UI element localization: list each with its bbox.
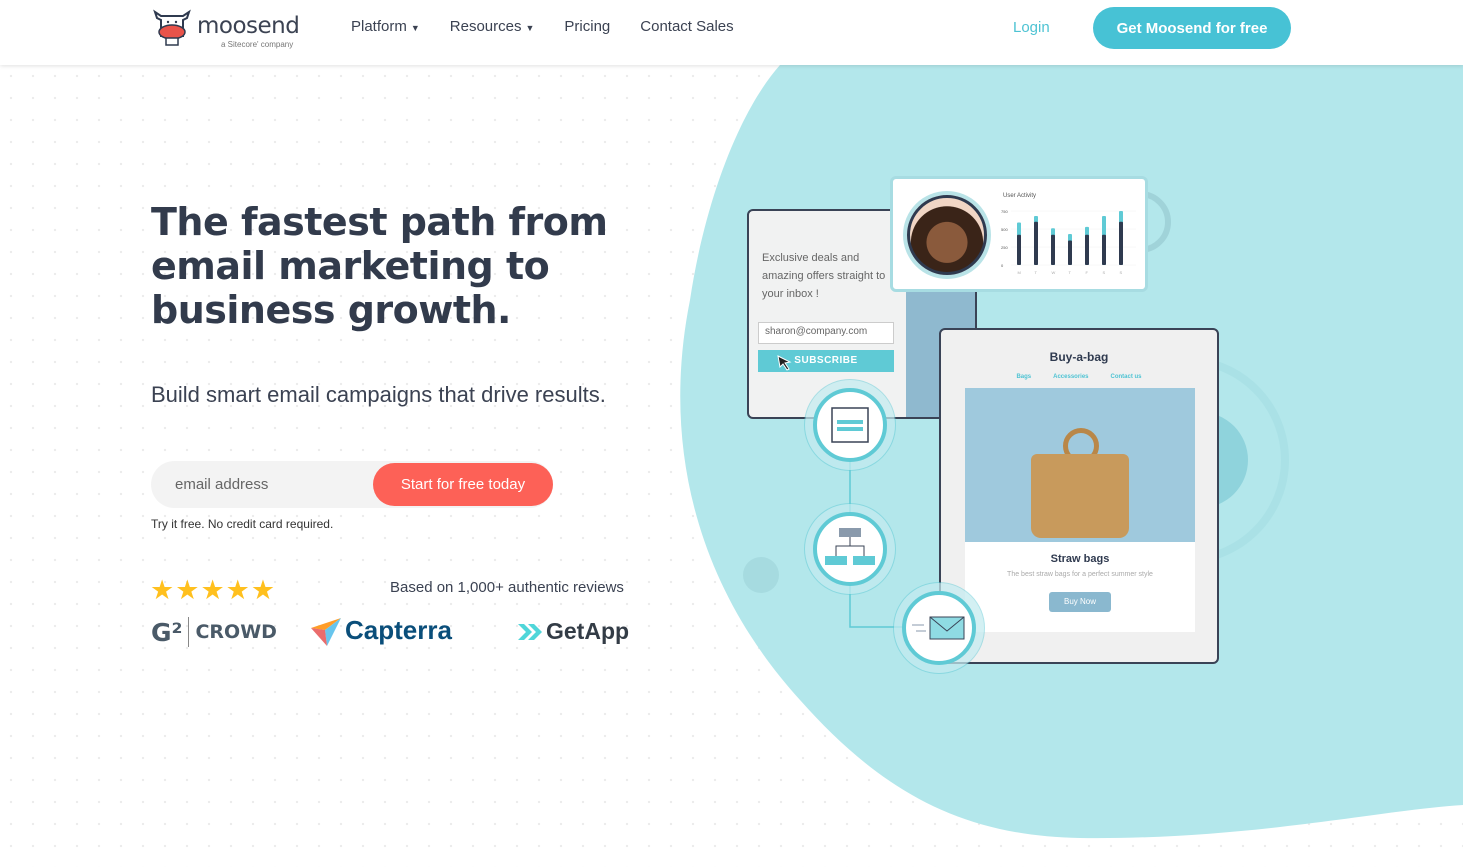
star-icon: ★ <box>150 575 176 605</box>
teal-blob-background <box>680 65 1463 839</box>
product-description: The best straw bags for a perfect summer… <box>1007 571 1153 578</box>
shop-nav-item: Accessories <box>1053 374 1089 380</box>
activity-title: User Activity <box>1003 193 1037 199</box>
star-icon: ★ <box>200 575 226 605</box>
bar <box>1068 240 1072 265</box>
caret-down-icon: ▼ <box>410 23 420 33</box>
shop-title: Buy-a-bag <box>1049 350 1109 364</box>
g2-crowd-logo: G² CROWD <box>151 617 277 647</box>
x-tick-label: S <box>1103 270 1106 275</box>
login-link[interactable]: Login <box>1013 19 1050 36</box>
x-tick-label: W <box>1052 270 1056 275</box>
newsletter-node-icon <box>813 388 887 462</box>
capterra-logo: Capterra <box>311 615 452 646</box>
y-tick-label: 0 <box>1001 263 1004 268</box>
y-tick-label: 250 <box>1001 245 1008 250</box>
caret-down-icon: ▼ <box>525 23 535 33</box>
x-tick-label: T <box>1069 270 1072 275</box>
x-tick-label: M <box>1018 270 1021 275</box>
bar <box>1017 234 1021 265</box>
nav-platform[interactable]: Platform ▼ <box>351 18 420 35</box>
hero-subtitle: Build smart email campaigns that drive r… <box>151 382 606 407</box>
star-icon: ★ <box>175 575 201 605</box>
badge-text: GetApp <box>546 618 630 644</box>
g2-icon: G² <box>151 617 183 647</box>
reviews-text: Based on 1,000+ authentic reviews <box>390 579 624 596</box>
workflow-node-icon <box>813 512 887 586</box>
buy-now-button: Buy Now <box>1049 592 1111 612</box>
main-nav: Platform ▼ Resources ▼ Pricing Contact Sal… <box>351 18 734 35</box>
nav-contact-sales[interactable]: Contact Sales <box>640 18 733 35</box>
email-node-icon <box>902 591 976 665</box>
nav-label: Platform <box>351 18 407 35</box>
bar <box>1034 221 1038 265</box>
cursor-icon <box>777 355 792 371</box>
x-tick-label: S <box>1120 270 1123 275</box>
bar <box>1119 221 1123 265</box>
top-nav: moosend a Sitecore' company Platform ▼ Re… <box>0 0 1463 65</box>
capterra-arrow-icon <box>311 617 341 646</box>
getapp-logo: GetApp <box>510 618 629 645</box>
badge-text: Capterra <box>345 615 452 645</box>
x-tick-label: F <box>1086 270 1089 275</box>
shop-email-card: Buy-a-bag Bags Accessories Contact us St… <box>939 328 1219 664</box>
trial-note: Try it free. No credit card required. <box>151 517 334 531</box>
product-block: Straw bags The best straw bags for a per… <box>965 542 1195 632</box>
moosend-logo[interactable]: moosend a Sitecore' company <box>151 6 300 49</box>
nav-resources[interactable]: Resources ▼ <box>450 18 535 35</box>
getapp-chevrons-icon <box>518 623 542 640</box>
subscribe-text: Exclusive deals and amazing offers strai… <box>762 252 886 300</box>
user-activity-card: User Activity 0 250 500 750 M T W T F S S <box>890 176 1148 292</box>
start-free-button[interactable]: Start for free today <box>373 463 553 506</box>
shop-nav-item: Bags <box>1016 374 1032 380</box>
get-moosend-free-button[interactable]: Get Moosend for free <box>1093 7 1291 49</box>
logo-tagline: a Sitecore' company <box>221 40 294 49</box>
badge-text: CROWD <box>195 621 277 643</box>
email-input[interactable] <box>151 461 381 508</box>
star-icon: ★ <box>225 575 251 605</box>
signup-form: Start for free today <box>151 461 553 508</box>
y-tick-label: 750 <box>1001 209 1008 214</box>
user-activity-chart: 0 250 500 750 M T W T F S S <box>1001 209 1136 275</box>
rating-stars: ★★★★★ <box>150 575 276 606</box>
logo-wordmark: moosend <box>197 13 300 39</box>
star-icon: ★ <box>250 575 277 605</box>
cow-logo-icon <box>153 9 191 46</box>
shop-nav: Bags Accessories Contact us <box>941 374 1217 380</box>
bar <box>1085 234 1089 265</box>
straw-bag-image <box>965 388 1195 542</box>
sample-email-field: sharon@company.com <box>758 322 894 344</box>
shop-nav-item: Contact us <box>1110 374 1142 380</box>
bar <box>1102 234 1106 265</box>
nav-label: Resources <box>449 18 522 35</box>
nav-pricing[interactable]: Pricing <box>564 18 610 35</box>
avatar <box>907 195 987 275</box>
product-title: Straw bags <box>1050 553 1110 565</box>
hero-title: The fastest path from email marketing to… <box>151 200 608 332</box>
y-tick-label: 500 <box>1001 227 1008 232</box>
x-tick-label: T <box>1035 270 1038 275</box>
bar <box>1051 234 1055 265</box>
